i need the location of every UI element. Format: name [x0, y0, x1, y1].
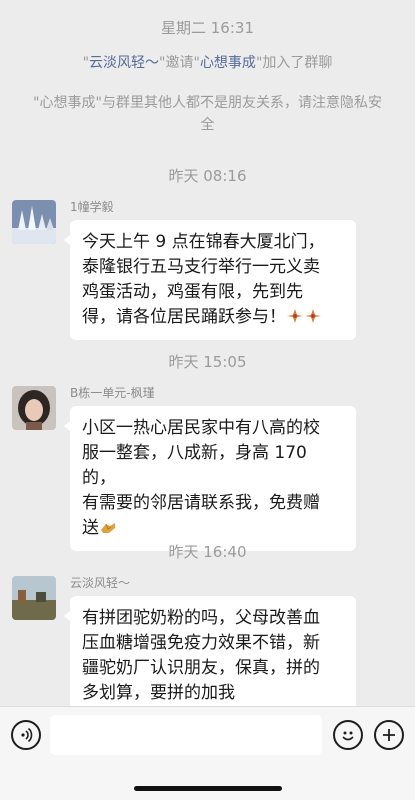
- message-text: 小区一热心居民家中有八高的校 服一整套，八成新，身高 170 的， 有需要的邻居…: [82, 418, 320, 538]
- join-notice: "云淡风轻～"邀请"心想事成"加入了群聊: [30, 52, 385, 74]
- sender-name: 云淡风轻～: [70, 576, 131, 590]
- message-bubble[interactable]: 有拼团驼奶粉的吗，父母改善血 压血糖增强免疫力效果不错，新 疆驼奶厂认识朋友，保…: [64, 596, 356, 706]
- avatar[interactable]: [12, 386, 56, 430]
- handshake-icon: [99, 518, 117, 538]
- avatar-portrait-image: [12, 386, 56, 430]
- invitee-name[interactable]: 心想事成: [200, 55, 256, 71]
- plus-icon: [383, 729, 395, 741]
- sender-name: B栋一单元-枫瑾: [70, 386, 155, 400]
- message-text: 有拼团驼奶粉的吗，父母改善血 压血糖增强免疫力效果不错，新 疆驼奶厂认识朋友，保…: [82, 608, 320, 703]
- notice-name: 心想事成: [39, 95, 96, 111]
- privacy-text: "与群里其他人都不是朋友关系，请注意隐私安全: [95, 95, 382, 133]
- emoji-button[interactable]: [333, 720, 363, 750]
- timestamp: 星期二 16:31: [161, 19, 254, 37]
- chat-history[interactable]: 星期二 16:31 "云淡风轻～"邀请"心想事成"加入了群聊 "心想事成"与群里…: [0, 0, 415, 706]
- inviter-name[interactable]: 云淡风轻～: [89, 55, 159, 71]
- message-bubble[interactable]: 小区一热心居民家中有八高的校 服一整套，八成新，身高 170 的， 有需要的邻居…: [64, 406, 356, 551]
- privacy-notice: "心想事成"与群里其他人都不是朋友关系，请注意隐私安全: [30, 92, 385, 136]
- sender-name: 1幢学毅: [70, 200, 114, 214]
- avatar-landscape-image: [12, 576, 56, 620]
- emoji-icon: [342, 731, 354, 741]
- timestamp: 昨天 08:16: [168, 167, 247, 185]
- avatar[interactable]: [12, 200, 56, 244]
- timestamp: 昨天 16:40: [168, 543, 247, 561]
- firecracker-icon: [286, 307, 322, 327]
- avatar-snow-trees-image: [12, 200, 56, 244]
- invite-text: "邀请": [159, 55, 200, 71]
- avatar[interactable]: [12, 576, 56, 620]
- join-text: "加入了群聊: [255, 55, 333, 71]
- message-input[interactable]: [50, 715, 322, 755]
- message-bubble[interactable]: 今天上午 9 点在锦春大厦北门， 泰隆银行五马支行举行一元义卖 鸡蛋活动，鸡蛋有…: [64, 220, 356, 340]
- timestamp: 昨天 15:05: [168, 353, 247, 371]
- plus-button[interactable]: [374, 720, 404, 750]
- home-indicator[interactable]: [134, 786, 282, 791]
- voice-icon: [21, 727, 33, 743]
- voice-button[interactable]: [11, 720, 41, 750]
